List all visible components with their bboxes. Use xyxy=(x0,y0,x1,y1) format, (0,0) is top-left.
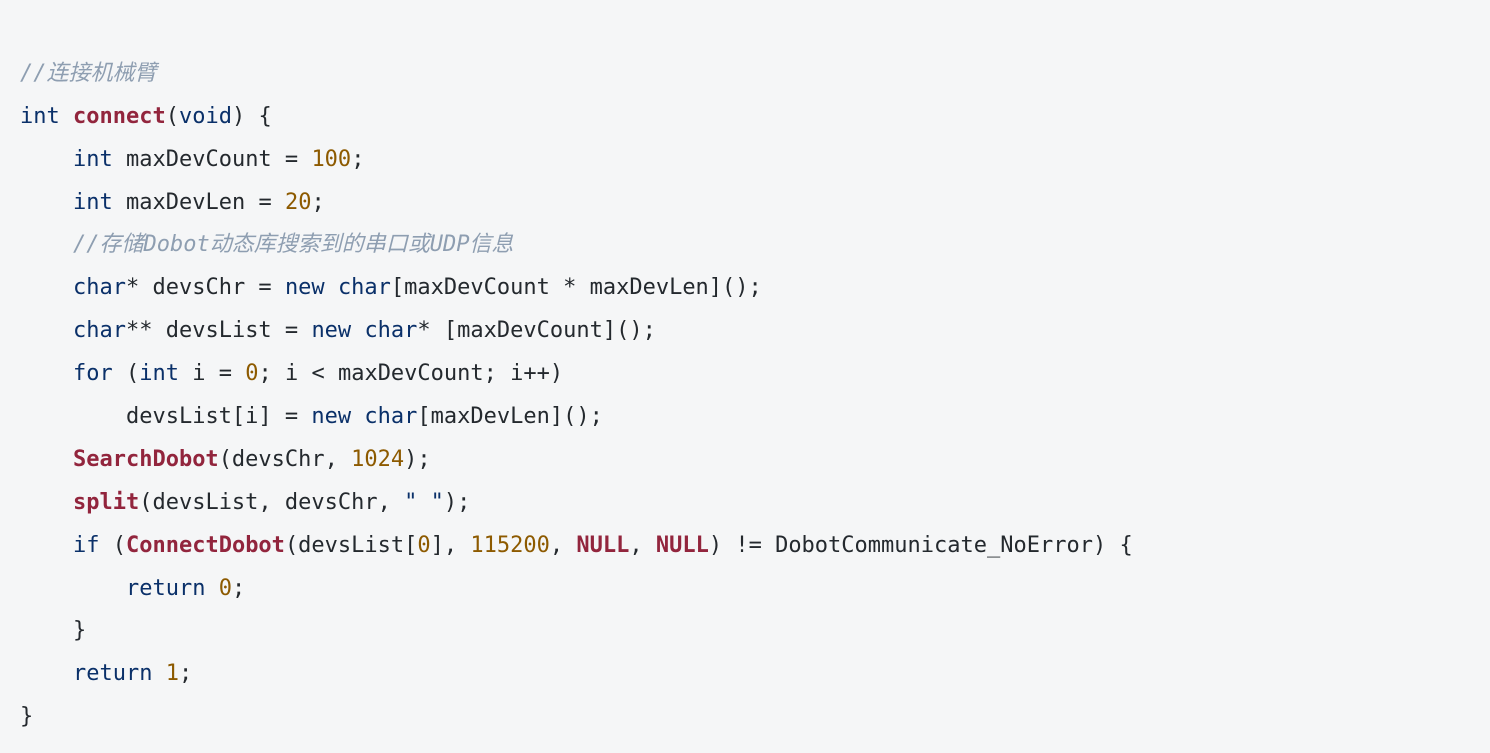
code-block: //连接机械臂 int connect(void) { int maxDevCo… xyxy=(0,0,1490,753)
comment-line: //连接机械臂 xyxy=(20,61,157,86)
expr: ; i < maxDevCount; i++) xyxy=(258,361,563,386)
expr: ) != DobotCommunicate_NoError) { xyxy=(709,533,1133,558)
star: * xyxy=(126,275,139,300)
number: 0 xyxy=(219,576,232,601)
fn-split: split xyxy=(73,490,139,515)
number: 100 xyxy=(311,147,351,172)
ident: devsList xyxy=(166,318,272,343)
kw-for: for xyxy=(73,361,113,386)
args: (devsList, devsChr, xyxy=(139,490,404,515)
ident: i xyxy=(192,361,205,386)
kw-new: new xyxy=(311,404,351,429)
expr: devsList[i] = xyxy=(126,404,311,429)
number: 0 xyxy=(245,361,258,386)
paren: ( xyxy=(99,533,126,558)
kw-return: return xyxy=(73,661,152,686)
ident: maxDevLen xyxy=(126,190,245,215)
star: ** xyxy=(126,318,153,343)
args: ); xyxy=(404,447,431,472)
kw-char: char xyxy=(364,404,417,429)
fn-searchdobot: SearchDobot xyxy=(73,447,219,472)
ident: maxDevCount xyxy=(126,147,272,172)
brace-close: } xyxy=(20,704,33,729)
kw-new: new xyxy=(285,275,325,300)
kw-char: char xyxy=(73,275,126,300)
semi: ; xyxy=(179,661,192,686)
kw-int: int xyxy=(139,361,179,386)
kw-int: int xyxy=(73,147,113,172)
kw-char: char xyxy=(364,318,417,343)
op: = xyxy=(205,361,245,386)
kw-void: void xyxy=(179,104,232,129)
kw-new: new xyxy=(311,318,351,343)
kw-return: return xyxy=(126,576,205,601)
number: 1 xyxy=(166,661,179,686)
brace-open: { xyxy=(258,104,271,129)
paren: ) xyxy=(232,104,245,129)
star: * xyxy=(417,318,430,343)
args: ); xyxy=(444,490,471,515)
semi: ; xyxy=(232,576,245,601)
kw-int: int xyxy=(73,190,113,215)
number: 20 xyxy=(285,190,312,215)
brace-close: } xyxy=(73,618,86,643)
expr: [maxDevCount * maxDevLen](); xyxy=(391,275,762,300)
number: 0 xyxy=(417,533,430,558)
args: (devsChr, xyxy=(219,447,351,472)
string: " " xyxy=(404,490,444,515)
semi: ; xyxy=(311,190,324,215)
number: 1024 xyxy=(351,447,404,472)
args: , xyxy=(629,533,656,558)
op: = xyxy=(272,147,312,172)
ident: devsChr xyxy=(152,275,245,300)
args: (devsList[ xyxy=(285,533,417,558)
kw-if: if xyxy=(73,533,100,558)
kw-char: char xyxy=(338,275,391,300)
kw-null: NULL xyxy=(576,533,629,558)
semi: ; xyxy=(351,147,364,172)
args: ], xyxy=(431,533,471,558)
comment-line: //存储Dobot动态库搜索到的串口或UDP信息 xyxy=(73,232,513,257)
expr: [maxDevLen](); xyxy=(417,404,602,429)
kw-int: int xyxy=(20,104,60,129)
number: 115200 xyxy=(470,533,549,558)
fn-connectdobot: ConnectDobot xyxy=(126,533,285,558)
kw-char: char xyxy=(73,318,126,343)
paren: ( xyxy=(166,104,179,129)
args: , xyxy=(550,533,577,558)
fn-connect: connect xyxy=(73,104,166,129)
expr: [maxDevCount](); xyxy=(431,318,656,343)
op: = xyxy=(245,190,285,215)
kw-null: NULL xyxy=(656,533,709,558)
